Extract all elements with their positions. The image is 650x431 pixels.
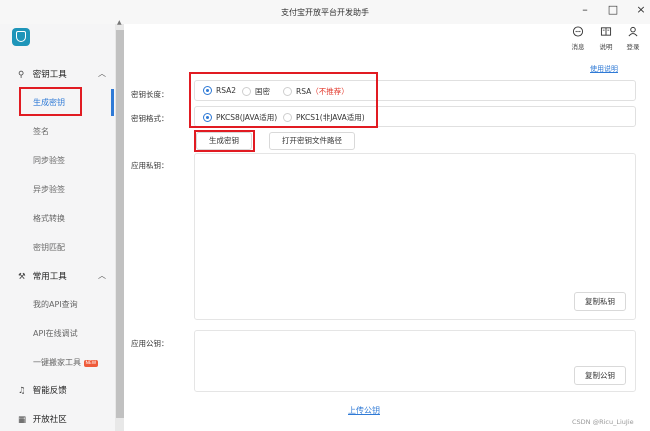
community-icon: ▦ (18, 415, 27, 425)
upload-public-key-link[interactable]: 上传公钥 (348, 405, 380, 416)
sidebar-item-sign[interactable]: 签名 (33, 126, 49, 137)
annotation-box-key-options (189, 72, 378, 128)
maximize-button[interactable]: □ (606, 3, 620, 16)
watermark: CSDN @Ricu_LiuJie (572, 418, 634, 426)
window-title: 支付宝开放平台开发助手 (281, 8, 369, 17)
private-key-label: 应用私钥： (131, 161, 169, 170)
sidebar-item-api-query[interactable]: 我的API查询 (33, 299, 78, 310)
docs-label: 说明 (599, 43, 613, 51)
message-button[interactable]: 消息 (567, 26, 589, 51)
wrench-icon: ⚒ (18, 272, 26, 282)
sidebar-item-async-verify[interactable]: 异步验签 (33, 184, 65, 195)
sidebar-scroll-thumb[interactable] (116, 30, 124, 418)
scroll-up-arrow-icon[interactable]: ▲ (117, 19, 122, 26)
docs-button[interactable]: 说明 (595, 26, 617, 51)
key-length-label: 密钥长度： (131, 90, 169, 99)
minimize-button[interactable]: – (578, 3, 592, 16)
active-indicator (111, 89, 114, 116)
copy-public-key-button[interactable]: 复制公钥 (574, 366, 626, 385)
sidebar-item-api-debug[interactable]: API在线调试 (33, 328, 78, 339)
new-badge: NEW (83, 360, 99, 367)
message-label: 消息 (571, 43, 585, 51)
group-label: 密钥工具 (32, 70, 67, 80)
public-key-textarea[interactable] (194, 330, 636, 392)
item-label: 一键搬家工具 (33, 358, 81, 367)
key-format-label: 密钥格式： (131, 114, 169, 123)
annotation-box-generate-key (19, 87, 82, 116)
copy-private-key-button[interactable]: 复制私钥 (574, 292, 626, 311)
close-button[interactable]: × (634, 3, 648, 16)
collapse-caret-icon: ︿ (98, 271, 106, 280)
app-logo-icon (12, 28, 30, 46)
sidebar-item-sync-verify[interactable]: 同步验签 (33, 155, 65, 166)
group-label: 常用工具 (32, 272, 67, 282)
headset-icon: ♫ (18, 386, 26, 396)
chat-icon (572, 26, 584, 37)
help-link[interactable]: 使用说明 (590, 64, 618, 74)
private-key-textarea[interactable] (194, 153, 636, 320)
title-bar: 支付宝开放平台开发助手 – □ × (0, 0, 650, 24)
annotation-box-generate-button (194, 130, 255, 152)
sidebar-group-key-tools[interactable]: ⚲ 密钥工具 ︿ (18, 68, 106, 80)
group-label: 智能反馈 (32, 386, 67, 396)
sidebar-item-format-convert[interactable]: 格式转换 (33, 213, 65, 224)
public-key-label: 应用公钥： (131, 339, 169, 348)
sidebar-group-community[interactable]: ▦ 开放社区 (18, 413, 67, 427)
app-window: 支付宝开放平台开发助手 – □ × 消息 说明 登录 ▲ ⚲ 密钥工具 ︿ 生成… (0, 0, 650, 431)
group-label: 开放社区 (32, 415, 67, 425)
sidebar (0, 24, 124, 431)
sidebar-item-migration-tool[interactable]: 一键搬家工具 NEW (33, 357, 99, 368)
login-button[interactable]: 登录 (622, 26, 644, 51)
open-key-path-button[interactable]: 打开密钥文件路径 (269, 132, 355, 150)
user-icon (628, 26, 638, 37)
login-label: 登录 (626, 43, 640, 51)
search-key-icon: ⚲ (18, 70, 25, 80)
sidebar-group-common-tools[interactable]: ⚒ 常用工具 ︿ (18, 270, 106, 282)
sidebar-group-feedback[interactable]: ♫ 智能反馈 (18, 384, 67, 396)
collapse-caret-icon: ︿ (98, 69, 106, 78)
book-icon (600, 27, 612, 36)
sidebar-item-key-match[interactable]: 密钥匹配 (33, 242, 65, 253)
